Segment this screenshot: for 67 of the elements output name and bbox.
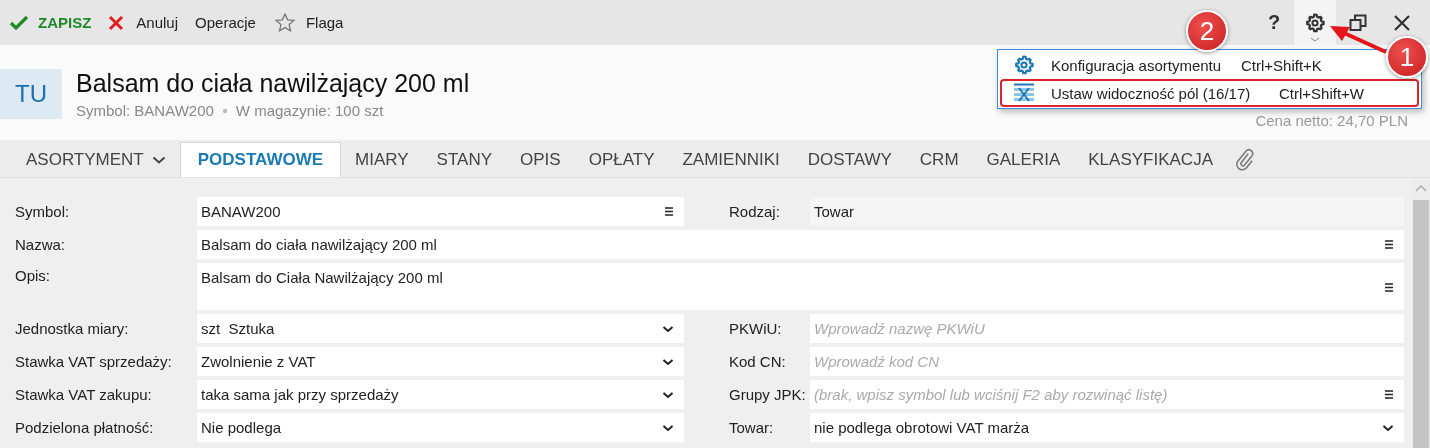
menu-tab[interactable]: ASORTYMENT (12, 142, 180, 177)
tab[interactable]: CRM (905, 142, 973, 177)
chevron-down-icon[interactable] (662, 423, 674, 432)
field-label: Towar: (729, 418, 775, 438)
tab[interactable]: OPŁATY (574, 142, 669, 177)
text-area[interactable]: Balsam do Ciała Nawilżający 200 ml (197, 263, 1404, 310)
chevron-icon (1310, 37, 1320, 42)
gear-icon (1014, 55, 1034, 75)
chevron-down-icon[interactable] (662, 357, 674, 366)
tab[interactable]: PODSTAWOWE (179, 142, 342, 177)
columns-icon (1014, 83, 1034, 103)
tab[interactable]: ZAMIENNIKI (668, 142, 794, 177)
dropdown-field[interactable]: nie podlega obrotowi VAT marża (810, 413, 1404, 442)
list-icon[interactable] (1384, 283, 1394, 292)
operations-button[interactable]: Operacje (195, 7, 256, 38)
settings-button[interactable] (1294, 0, 1336, 45)
chevron-down-icon (151, 155, 166, 165)
help-button[interactable]: ? (1254, 6, 1294, 39)
restore-icon (1349, 13, 1367, 32)
chevron-down-icon[interactable] (1382, 423, 1394, 432)
field-label: Nazwa: (15, 235, 67, 255)
field-label: Symbol: (15, 202, 71, 222)
field-label: Stawka VAT sprzedaży: (15, 352, 173, 372)
list-icon[interactable] (1384, 240, 1394, 249)
input-field[interactable]: Balsam do ciała nawilżający 200 ml (197, 230, 1404, 259)
dropdown-field[interactable]: Nie podlega (197, 413, 684, 442)
chevron-down-icon[interactable] (662, 324, 674, 333)
star-icon (274, 13, 295, 32)
menu-item[interactable]: Ustaw widoczność pól (16/17) Ctrl+Shift+W (1000, 79, 1419, 107)
dropdown-field[interactable]: Zwolnienie z VAT (197, 347, 684, 376)
symbol-text: Symbol: BANAW200 (76, 102, 214, 119)
scroll-thumb[interactable] (1413, 200, 1429, 448)
check-icon (9, 14, 29, 31)
save-button[interactable]: ZAPISZ (9, 7, 92, 38)
input-field: Towar (810, 197, 1404, 226)
tab[interactable]: KLASYFIKACJA (1074, 142, 1227, 177)
dropdown-field[interactable]: szt Sztuka (197, 314, 684, 343)
dropdown-field[interactable]: taka sama jak przy sprzedaży (197, 380, 684, 409)
stock-text: W magazynie: 100 szt (235, 102, 384, 119)
item-title: Balsam do ciała nawilżający 200 ml (76, 68, 470, 98)
field-label: Rodzaj: (729, 202, 781, 222)
close-icon (1394, 14, 1410, 31)
settings-icon (1305, 12, 1325, 33)
menu-item[interactable]: Konfiguracja asortymentu Ctrl+Shift+K (1000, 51, 1381, 79)
field-label: Grupy JPK: (729, 385, 807, 405)
field-label: Podzielona płatność: (15, 418, 155, 438)
flag-button[interactable]: Flaga (274, 7, 344, 38)
paperclip-icon (1236, 148, 1256, 172)
field-label: PKWiU: (729, 319, 783, 339)
tab[interactable]: DOSTAWY (793, 142, 906, 177)
tab[interactable]: STANY (422, 142, 507, 177)
item-type-badge: TU (0, 68, 62, 119)
tab[interactable]: OPIS (506, 142, 575, 177)
field-label: Kod CN: (729, 352, 787, 372)
tab[interactable]: MIARY (341, 142, 423, 177)
list-icon[interactable] (664, 207, 674, 216)
field-label: Opis: (15, 266, 51, 286)
input-field[interactable]: BANAW200 (197, 197, 684, 226)
chevron-down-icon[interactable] (662, 390, 674, 399)
cancel-icon (108, 14, 125, 31)
tab[interactable]: GALERIA (972, 142, 1075, 177)
cancel-button[interactable]: Anuluj (108, 7, 179, 38)
field-label: Stawka VAT zakupu: (15, 385, 153, 405)
list-icon[interactable] (1384, 390, 1394, 399)
field-label: Jednostka miary: (15, 319, 130, 339)
net-price-text: Cena netto: 24,70 PLN (1255, 112, 1408, 129)
arrow (1328, 24, 1388, 56)
